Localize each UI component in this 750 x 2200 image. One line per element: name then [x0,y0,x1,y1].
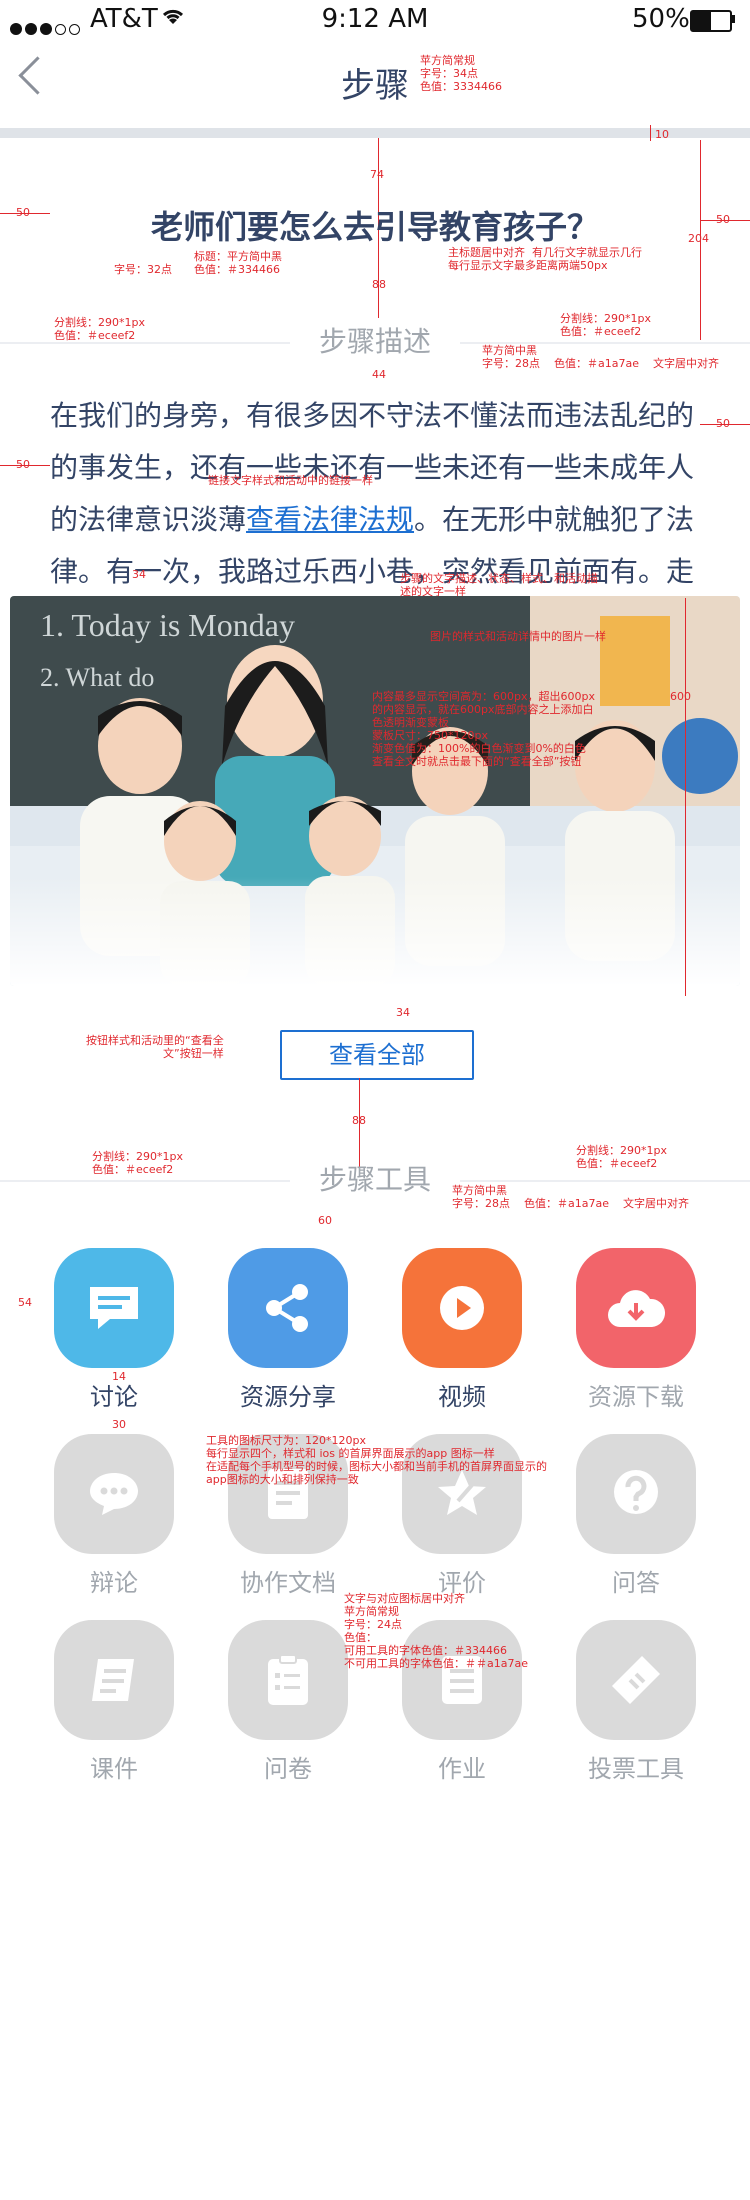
annotation-gap: 60 [318,1214,332,1227]
tool-video-play[interactable]: 视频 [402,1248,522,1412]
tool-survey[interactable]: 问卷 [228,1620,348,1784]
question-icon [576,1434,696,1554]
status-bar: AT&T 9:12 AM 50% [0,0,750,40]
annotation-gap: 74 [370,168,384,181]
tool-label: 问卷 [264,1755,312,1783]
tool-label: 资源下载 [588,1383,684,1411]
annotation-gap: 30 [112,1418,126,1431]
annotation-desc-spec: 步骤的文字描述、状态、样式、和活动描 述的文字一样 [400,572,598,598]
annotation-icon-spec: 工具的图标尺寸为：120*120px 每行显示四个，样式和 ios 的首屏界面展… [206,1434,547,1486]
step-title: 老师们要怎么去引导教育孩子？ [150,208,599,246]
annotation-nav-title: 苹方简常规 字号：34点 色值：3334466 [420,54,502,93]
battery-cap [732,15,735,23]
tool-label: 讨论 [90,1383,138,1411]
tool-label: 资源分享 [240,1383,336,1411]
annotation-gap: 44 [372,368,386,381]
debate-icon [54,1434,174,1554]
courseware-icon [54,1620,174,1740]
cloud-download-icon [576,1248,696,1368]
nav-divider-bar [0,128,750,138]
tool-label: 辩论 [90,1569,138,1597]
dim-line [650,125,651,141]
tool-cloud-download[interactable]: 资源下载 [576,1248,696,1412]
annotation-divider: 分割线：290*1px 色值：＃eceef2 [576,1144,667,1170]
tool-label: 课件 [90,1755,138,1783]
dim-line [685,598,686,996]
annotation-divider: 分割线：290*1px 色值：＃eceef2 [560,312,651,338]
annotation-divider: 分割线：290*1px 色值：＃eceef2 [92,1150,183,1176]
annotation-section-spec: 苹方简中黑 字号：28点 色值：＃a1a7ae 文字居中对齐 [452,1184,689,1210]
tool-label: 作业 [438,1755,486,1783]
share-icon [228,1248,348,1368]
annotation-label-spec: 文字与对应图标居中对齐 苹方简常规 字号：24点 色值： 可用工具的字体色值：＃… [344,1592,528,1670]
tool-label: 视频 [438,1383,486,1411]
law-link[interactable]: 查看法律法规 [246,503,414,536]
annotation-image-detail: 内容最多显示空间高为：600px，超出600px 的内容显示，就在600px底部… [372,690,595,768]
tool-share[interactable]: 资源分享 [228,1248,348,1412]
annotation-gap: 54 [18,1296,32,1309]
annotation-height: 600 [670,690,691,703]
tool-chat-bubble[interactable]: 讨论 [54,1248,174,1412]
annotation-divider: 分割线：290*1px 色值：＃eceef2 [54,316,145,342]
annotation-title-spec: 标题：平方简中黑 色值：＃334466 [194,250,282,276]
step-image: 1. Today is Monday 2. What do [10,596,740,986]
annotation-margin: 50 [16,458,30,471]
nav-title: 步骤 [341,66,409,106]
tool-courseware[interactable]: 课件 [54,1620,174,1784]
annotation-title-size: 字号：32点 [114,263,172,276]
annotation-gap: 88 [352,1114,366,1127]
annotation-gap: 10 [655,128,669,141]
tool-label: 投票工具 [588,1755,684,1783]
survey-icon [228,1620,348,1740]
annotation-gap: 34 [396,1006,410,1019]
view-all-button[interactable]: 查看全部 [280,1030,474,1080]
annotation-btn-spec: 按钮样式和活动里的“查看全 文”按钮一样 [86,1034,224,1060]
annotation-title-align: 主标题居中对齐 有几行文字就显示几行 每行显示文字最多距离两端50px [448,246,642,272]
annotation-image-spec: 图片的样式和活动详情中的图片一样 [430,630,606,643]
tool-vote[interactable]: 投票工具 [576,1620,696,1784]
tool-label: 问答 [612,1569,660,1597]
annotation-gap: 34 [132,568,146,581]
tool-question[interactable]: 问答 [576,1434,696,1598]
battery-icon [690,10,732,32]
tool-debate[interactable]: 辩论 [54,1434,174,1598]
annotation-section-spec: 苹方简中黑 字号：28点 色值：＃a1a7ae 文字居中对齐 [482,344,719,370]
chat-bubble-icon [54,1248,174,1368]
vote-icon [576,1620,696,1740]
annotation-margin: 50 [716,417,730,430]
annotation-gap: 88 [372,278,386,291]
battery-percent: 50% [632,4,690,34]
video-play-icon [402,1248,522,1368]
annotation-link-spec: 链接文字样式和活动中的链接一样 [208,474,373,487]
